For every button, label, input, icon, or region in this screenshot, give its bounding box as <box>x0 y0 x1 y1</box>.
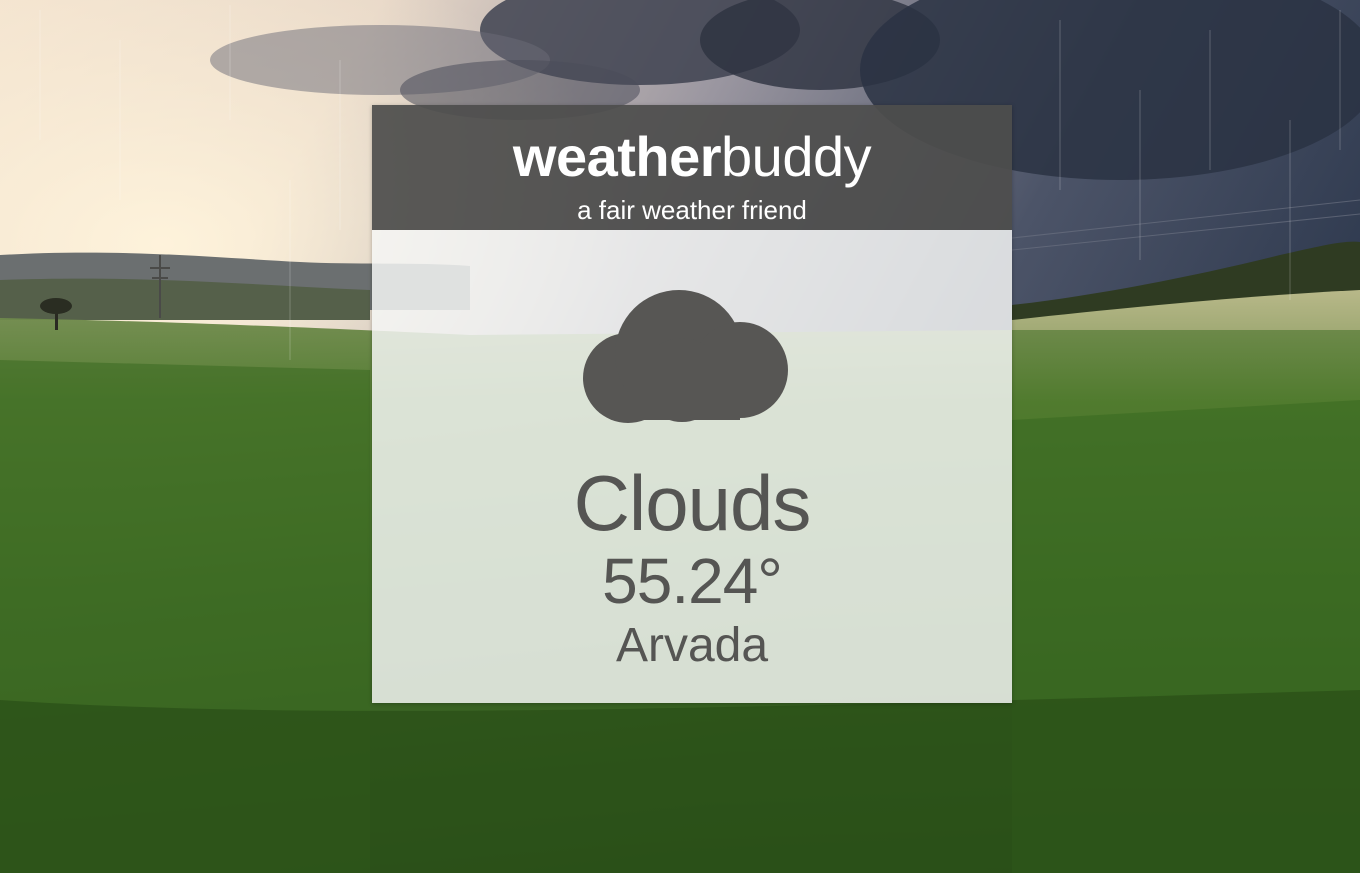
weather-panel: Clouds 55.24° Arvada <box>372 230 1012 703</box>
city-name: Arvada <box>615 619 769 672</box>
app-header: weatherbuddy a fair weather friend <box>372 105 1012 230</box>
cloud-icon <box>578 290 790 424</box>
brand-name-bold: weather <box>512 125 722 188</box>
app-tagline: a fair weather friend <box>577 195 807 225</box>
weather-condition: Clouds <box>573 459 812 547</box>
app-logo: weatherbuddy <box>372 125 1012 189</box>
brand-name-light: buddy <box>721 125 872 188</box>
temperature-value: 55.24° <box>602 545 783 617</box>
weather-card: weatherbuddy a fair weather friend Cloud… <box>372 105 1012 703</box>
